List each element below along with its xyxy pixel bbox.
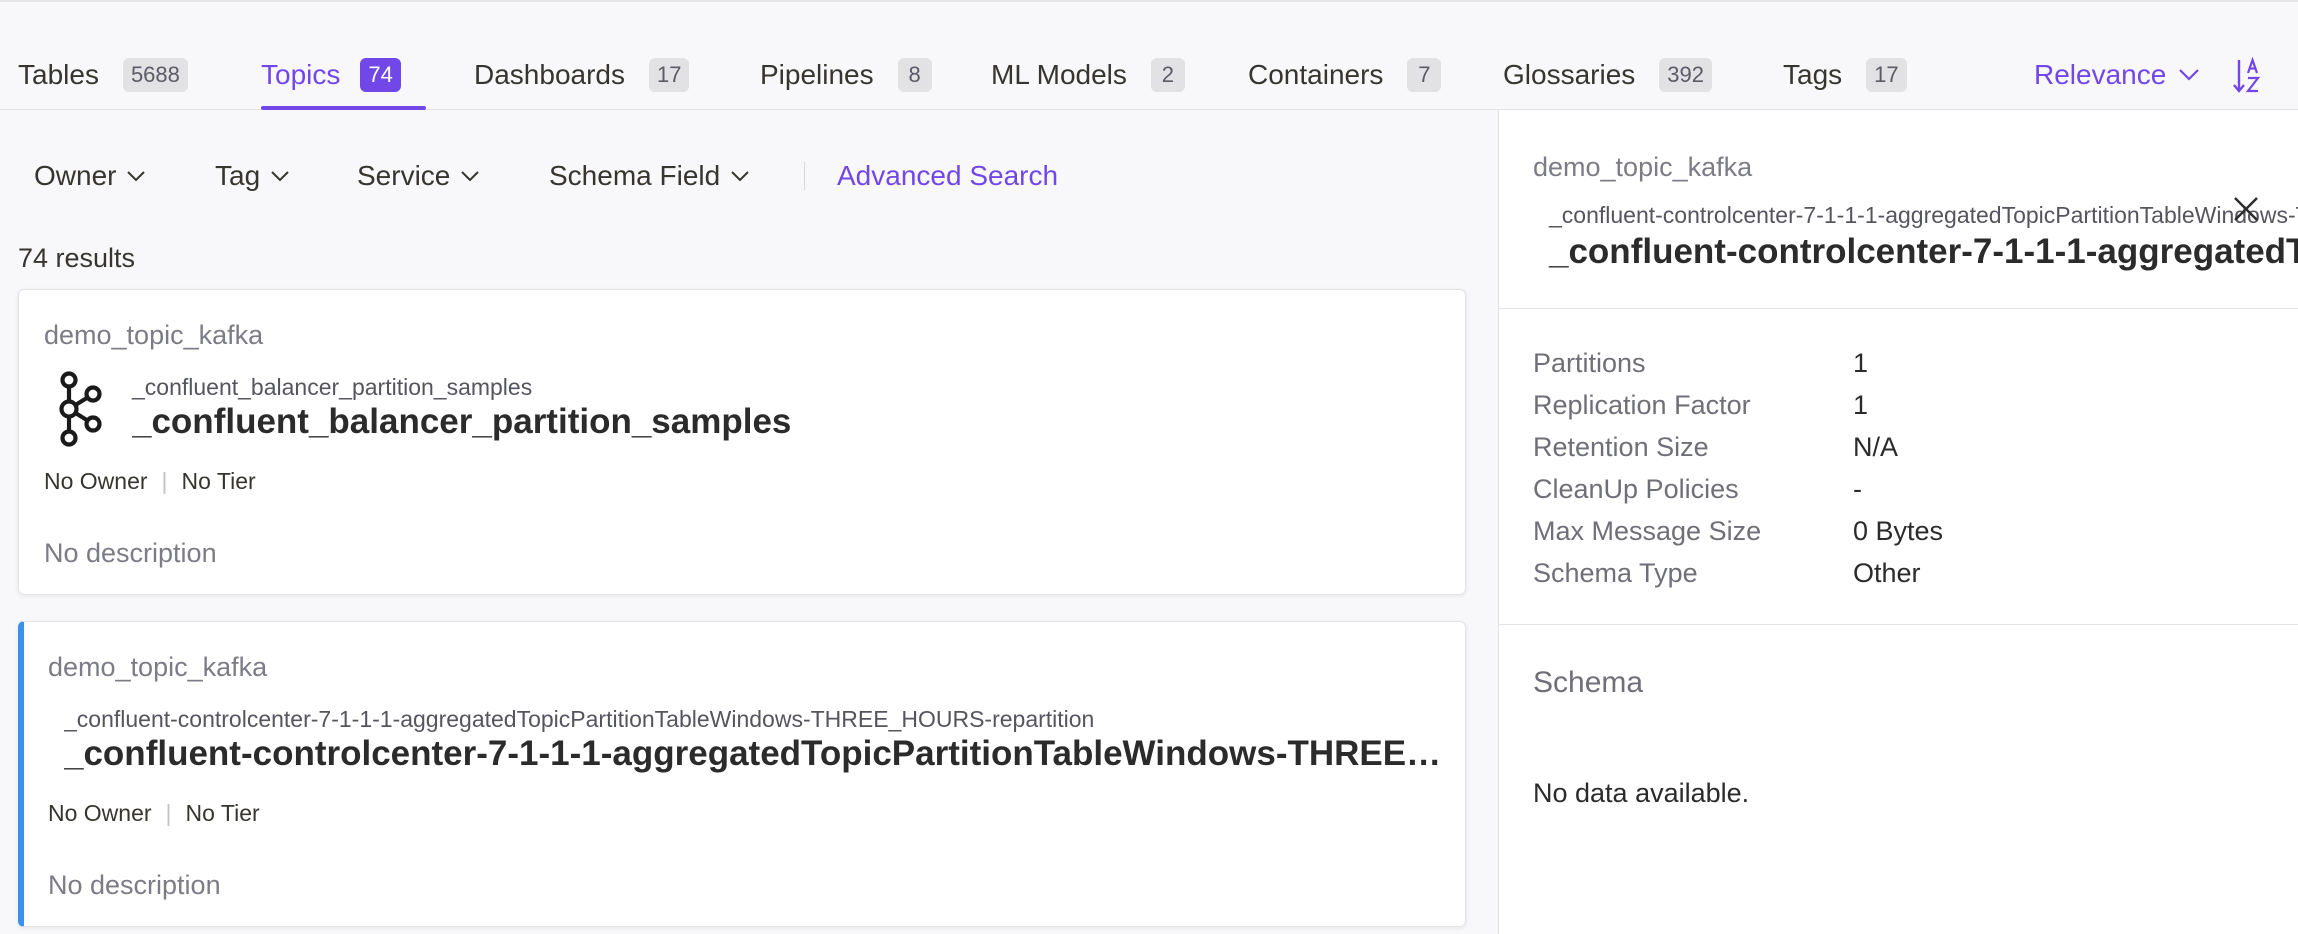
property-row: Schema Type Other (1533, 552, 2273, 594)
close-icon[interactable] (2231, 194, 2261, 224)
property-row: Max Message Size 0 Bytes (1533, 510, 2273, 552)
property-row: CleanUp Policies - (1533, 468, 2273, 510)
property-value: - (1853, 473, 1862, 504)
property-row: Partitions 1 (1533, 342, 2273, 384)
tab-tables[interactable]: Tables 5688 (18, 52, 188, 98)
top-border (0, 0, 2298, 2)
tag-filter-label: Tag (215, 160, 261, 191)
property-value: 0 Bytes (1853, 515, 1944, 546)
tab-count-badge: 2 (1150, 58, 1185, 92)
schema-field-filter[interactable]: Schema Field (549, 150, 750, 202)
tab-count-badge: 74 (360, 58, 401, 92)
panel-divider (1499, 624, 2298, 625)
chevron-down-icon (271, 171, 289, 182)
meta-separator: | (165, 800, 172, 826)
card-service-name: demo_topic_kafka (44, 320, 264, 350)
owner-filter-label: Owner (34, 160, 117, 191)
chevron-down-icon (127, 171, 146, 182)
tab-label: Containers (1248, 59, 1384, 90)
tab-label: Pipelines (760, 59, 874, 90)
filter-bar: Owner Tag Service Schema Field Advanced … (0, 150, 1090, 202)
card-fqn: _confluent-controlcenter-7-1-1-1-aggrega… (64, 706, 1095, 732)
card-title-link[interactable]: _confluent_balancer_partition_samples (132, 402, 791, 442)
property-label: Max Message Size (1533, 515, 1762, 546)
sort-alpha-icon[interactable] (2232, 56, 2264, 96)
chevron-down-icon (2179, 69, 2200, 81)
schema-empty-message: No data available. (1533, 778, 1750, 808)
property-label: Schema Type (1533, 557, 1698, 588)
property-value: 1 (1853, 389, 1869, 420)
panel-service-name: demo_topic_kafka (1533, 152, 1753, 182)
chevron-down-icon (731, 171, 749, 182)
property-label: Replication Factor (1533, 389, 1751, 420)
owner-filter[interactable]: Owner (34, 150, 146, 202)
property-label: CleanUp Policies (1533, 473, 1739, 504)
tier-label: No Tier (185, 800, 260, 826)
card-fqn: _confluent_balancer_partition_samples (132, 374, 533, 400)
entity-tabs: Tables 5688 Topics 74 Dashboards 17 Pipe… (0, 40, 2298, 110)
tab-count-badge: 17 (1866, 58, 1907, 92)
card-meta: No Owner | No Tier (48, 800, 260, 827)
panel-fqn: _confluent-controlcenter-7-1-1-1-aggrega… (1549, 202, 2298, 228)
tab-label: Dashboards (474, 59, 625, 90)
meta-separator: | (161, 468, 168, 494)
tab-count-badge: 392 (1659, 58, 1712, 92)
tab-dashboards[interactable]: Dashboards 17 (474, 52, 690, 98)
owner-label: No Owner (44, 468, 148, 494)
tab-tags[interactable]: Tags 17 (1783, 52, 1907, 98)
advanced-search-link[interactable]: Advanced Search (837, 150, 1058, 202)
property-label: Retention Size (1533, 431, 1709, 462)
kafka-icon (59, 371, 102, 447)
schema-heading: Schema (1533, 666, 1644, 699)
tab-containers[interactable]: Containers 7 (1248, 52, 1442, 98)
property-value: N/A (1853, 431, 1899, 462)
panel-title-link[interactable]: _confluent-controlcenter-7-1-1-1-aggrega… (1549, 232, 2298, 272)
card-meta: No Owner | No Tier (44, 468, 256, 495)
topic-properties: Partitions 1 Replication Factor 1 Retent… (1533, 342, 2273, 594)
schema-field-filter-label: Schema Field (549, 160, 721, 191)
tab-pipelines[interactable]: Pipelines 8 (760, 52, 932, 98)
tab-ml-models[interactable]: ML Models 2 (991, 52, 1185, 98)
card-service-name: demo_topic_kafka (48, 652, 268, 682)
filter-divider (804, 162, 805, 190)
panel-divider (1499, 308, 2298, 309)
property-value: 1 (1853, 347, 1869, 378)
results-count: 74 results (18, 243, 136, 273)
service-filter-label: Service (357, 160, 451, 191)
tab-topics[interactable]: Topics 74 (261, 52, 401, 98)
property-row: Retention Size N/A (1533, 426, 2273, 468)
tier-label: No Tier (181, 468, 256, 494)
tab-label: Tables (18, 59, 99, 90)
tab-count-badge: 7 (1407, 58, 1442, 92)
chevron-down-icon (461, 171, 480, 182)
tab-label: Glossaries (1503, 59, 1636, 90)
sort-relevance-dropdown[interactable]: Relevance (2034, 52, 2200, 98)
result-card[interactable]: demo_topic_kafka _confluent_balancer_par… (18, 289, 1466, 595)
card-description: No description (48, 870, 221, 900)
tab-label: Topics (261, 59, 341, 90)
tab-label: ML Models (991, 59, 1127, 90)
tab-count-badge: 17 (648, 58, 690, 92)
property-row: Replication Factor 1 (1533, 384, 2273, 426)
owner-label: No Owner (48, 800, 152, 826)
card-title-link[interactable]: _confluent-controlcenter-7-1-1-1-aggrega… (64, 734, 1459, 774)
property-value: Other (1853, 557, 1921, 588)
property-label: Partitions (1533, 347, 1646, 378)
tab-glossaries[interactable]: Glossaries 392 (1503, 52, 1712, 98)
sort-label: Relevance (2034, 59, 2167, 90)
tag-filter[interactable]: Tag (215, 150, 290, 202)
tab-count-badge: 5688 (122, 58, 188, 92)
service-filter[interactable]: Service (357, 150, 480, 202)
card-description: No description (44, 538, 217, 568)
entity-summary-panel: demo_topic_kafka _confluent-controlcente… (1498, 110, 2298, 934)
result-card-selected[interactable]: demo_topic_kafka _confluent-controlcente… (18, 621, 1466, 927)
active-tab-indicator (261, 106, 426, 110)
tab-label: Tags (1783, 59, 1843, 90)
tab-count-badge: 8 (897, 58, 932, 92)
